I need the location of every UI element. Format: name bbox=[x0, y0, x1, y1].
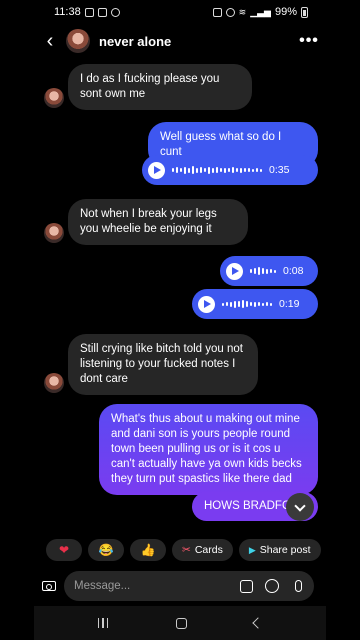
recents-icon[interactable] bbox=[97, 618, 109, 628]
camera-icon bbox=[42, 581, 56, 591]
scroll-to-bottom-button[interactable] bbox=[286, 493, 314, 521]
message-bubble[interactable]: Still crying like bitch told you not lis… bbox=[68, 334, 258, 395]
voice-message[interactable]: 0:35 bbox=[142, 155, 318, 185]
play-icon[interactable] bbox=[226, 262, 243, 280]
sender-avatar[interactable] bbox=[44, 88, 64, 108]
voice-duration: 0:35 bbox=[269, 164, 290, 176]
sticker-icon bbox=[265, 579, 279, 593]
gallery-notification-icon bbox=[84, 7, 94, 17]
chat-title[interactable]: never alone bbox=[99, 34, 292, 49]
laughing-emoji-icon: 😂 bbox=[98, 543, 114, 557]
message-input-pill bbox=[64, 571, 314, 601]
waveform bbox=[250, 267, 276, 275]
back-arrow-icon[interactable]: ‹ bbox=[34, 31, 66, 51]
sync-notification-icon bbox=[110, 7, 120, 17]
play-icon[interactable] bbox=[198, 295, 215, 313]
message-incoming: I do as I fucking please you sont own me bbox=[44, 64, 252, 110]
alarm-icon bbox=[212, 7, 222, 17]
chat-screen: 11:38 ≋ ▁▃▅ 99% ‹ never alone ••• I do a… bbox=[34, 0, 326, 640]
signal-icon: ▁▃▅ bbox=[250, 6, 271, 17]
play-icon[interactable] bbox=[148, 161, 165, 179]
laugh-reply-button[interactable]: 😂 bbox=[88, 539, 124, 561]
sender-avatar[interactable] bbox=[44, 373, 64, 393]
message-bubble[interactable]: Not when I break your legs you wheelie b… bbox=[68, 199, 248, 245]
message-outgoing[interactable]: What's thus about u making out mine and … bbox=[99, 404, 318, 495]
home-icon[interactable] bbox=[175, 617, 187, 629]
contact-avatar[interactable] bbox=[66, 29, 90, 53]
gallery-icon bbox=[239, 579, 253, 593]
message-composer bbox=[40, 571, 314, 601]
microphone-button[interactable] bbox=[290, 578, 306, 594]
system-back-icon[interactable] bbox=[252, 617, 264, 629]
message-incoming: Not when I break your legs you wheelie b… bbox=[44, 199, 248, 245]
waveform bbox=[172, 166, 262, 174]
cards-label: Cards bbox=[194, 544, 223, 556]
wifi-icon: ≋ bbox=[238, 6, 247, 17]
share-post-button[interactable]: ▶ Share post bbox=[238, 539, 321, 561]
system-nav-bar bbox=[34, 606, 326, 640]
game-notification-icon bbox=[97, 7, 107, 17]
microphone-icon bbox=[294, 580, 302, 592]
voice-duration: 0:08 bbox=[283, 265, 304, 277]
cards-button[interactable]: ✂ Cards bbox=[172, 539, 233, 561]
status-bar: 11:38 ≋ ▁▃▅ 99% bbox=[34, 0, 326, 24]
gallery-button[interactable] bbox=[238, 578, 254, 594]
message-bubble[interactable]: I do as I fucking please you sont own me bbox=[68, 64, 252, 110]
battery-percent: 99% bbox=[274, 6, 297, 18]
message-input[interactable] bbox=[74, 580, 228, 592]
chat-header: ‹ never alone ••• bbox=[34, 26, 326, 56]
sender-avatar[interactable] bbox=[44, 223, 64, 243]
battery-icon bbox=[301, 6, 308, 18]
sticker-button[interactable] bbox=[264, 578, 280, 594]
thumbs-up-icon: 👍 bbox=[140, 543, 156, 557]
message-incoming: Still crying like bitch told you not lis… bbox=[44, 334, 258, 395]
voice-duration: 0:19 bbox=[279, 298, 300, 310]
camera-button[interactable] bbox=[40, 573, 58, 599]
more-options-icon[interactable]: ••• bbox=[292, 32, 326, 50]
voice-message[interactable]: 0:08 bbox=[220, 256, 318, 286]
voice-message[interactable]: 0:19 bbox=[192, 289, 318, 319]
status-time: 11:38 bbox=[54, 6, 81, 18]
heart-reply-button[interactable]: ❤ bbox=[46, 539, 82, 561]
mute-icon bbox=[225, 7, 235, 17]
waveform bbox=[222, 300, 272, 308]
quick-replies: ❤ 😂 👍 ✂ Cards ▶ Share post bbox=[46, 539, 326, 561]
share-post-label: Share post bbox=[259, 544, 311, 556]
heart-icon: ❤ bbox=[58, 543, 70, 557]
thumbs-up-reply-button[interactable]: 👍 bbox=[130, 539, 166, 561]
share-post-icon: ▶ bbox=[248, 544, 256, 555]
cards-icon: ✂ bbox=[182, 544, 191, 556]
